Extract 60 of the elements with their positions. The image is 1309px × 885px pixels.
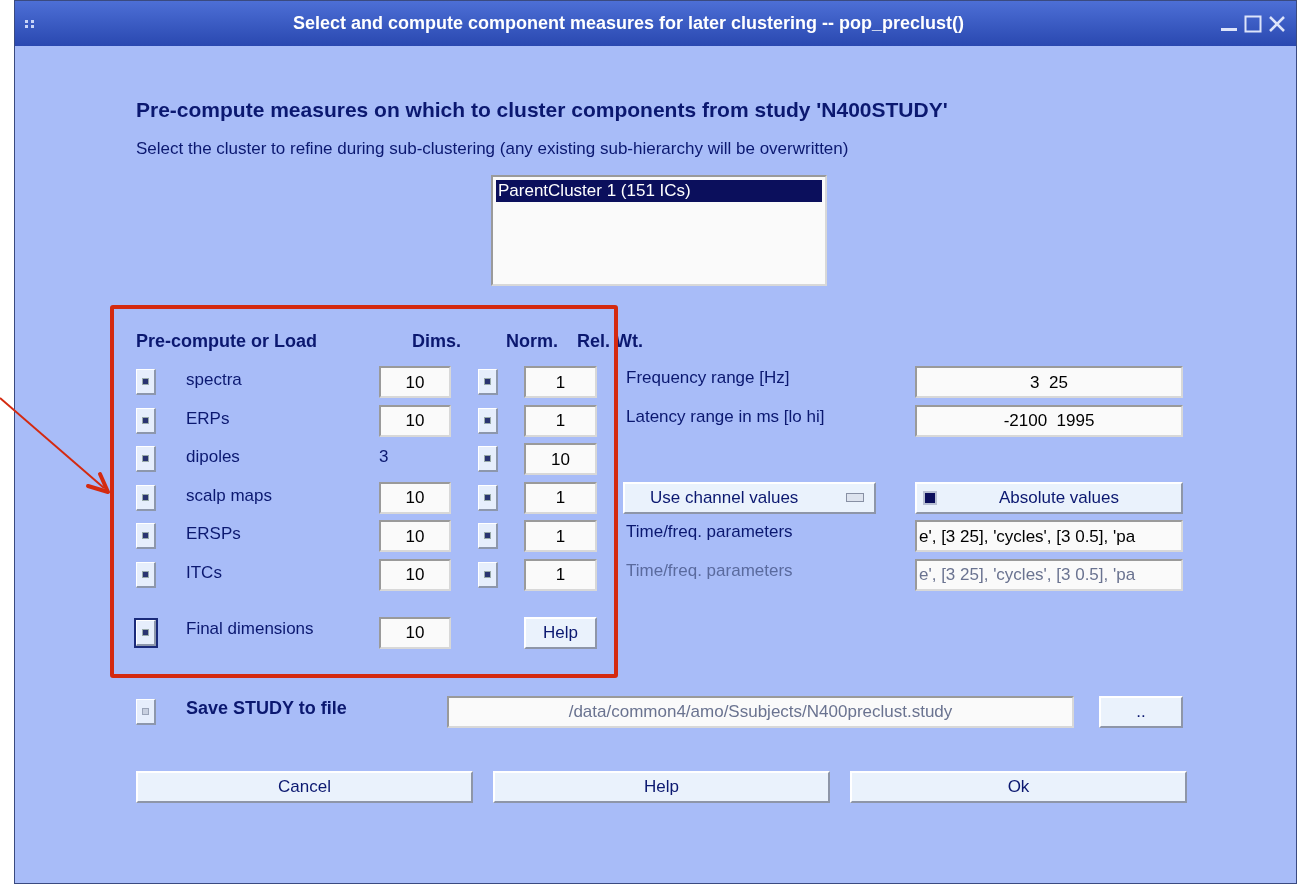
checkbox[interactable] [136, 620, 156, 646]
text-field[interactable]: 3 25 [915, 366, 1183, 399]
checkbox[interactable] [478, 561, 498, 588]
dims-field[interactable]: 10 [379, 481, 451, 514]
weight-field[interactable]: 1 [524, 404, 597, 437]
dialog-button[interactable]: Ok [850, 771, 1187, 803]
weight-field[interactable]: 1 [524, 558, 597, 591]
list-item[interactable]: ParentCluster 1 (151 ICs) [496, 180, 822, 202]
column-header: Pre-compute or Load [136, 329, 319, 353]
option-label: Time/freq. parameters [625, 559, 794, 582]
final-dimensions-label: Final dimensions [186, 618, 315, 640]
checkbox[interactable] [136, 484, 156, 511]
measure-label: dipoles [186, 446, 241, 468]
dialog-button[interactable]: Help [493, 771, 830, 803]
option-label: Latency range in ms [lo hi] [625, 405, 826, 428]
dialog-button[interactable]: Cancel [136, 771, 473, 803]
checkbox[interactable] [136, 561, 156, 588]
measure-label: spectra [186, 369, 243, 391]
weight-field[interactable]: 10 [524, 443, 597, 476]
maximize-icon[interactable] [1244, 14, 1262, 33]
checkbox[interactable] [136, 699, 156, 725]
checkbox[interactable] [136, 523, 156, 550]
option-label: Time/freq. parameters [625, 521, 794, 543]
checkbox[interactable] [478, 446, 498, 473]
checkbox[interactable] [136, 369, 156, 396]
dims-field[interactable]: 10 [379, 617, 451, 649]
measure-label: ERSPs [186, 523, 242, 545]
close-icon[interactable] [1268, 14, 1286, 33]
text-field[interactable]: -2100 1995 [915, 404, 1183, 437]
dims-field[interactable]: 10 [379, 520, 451, 553]
toggle-button[interactable]: Absolute values [915, 481, 1183, 514]
text-field[interactable]: e', [3 25], 'cycles', [3 0.5], 'pa [915, 520, 1183, 553]
help-button[interactable]: Help [524, 617, 597, 649]
save-label: Save STUDY to file [186, 697, 348, 720]
measure-label: ITCs [186, 561, 223, 584]
browse-button[interactable]: .. [1099, 696, 1183, 728]
dims-field[interactable]: 10 [379, 404, 451, 437]
dims-field[interactable]: 10 [379, 558, 451, 591]
popup-indicator-icon [846, 493, 864, 503]
checkbox[interactable] [136, 446, 156, 473]
checkbox[interactable] [136, 407, 156, 434]
checkbox[interactable] [478, 484, 498, 511]
measure-label: ERPs [186, 407, 231, 430]
weight-field[interactable]: 1 [524, 366, 597, 399]
option-label: Frequency range [Hz] [625, 367, 791, 389]
measure-label: scalp maps [186, 484, 273, 507]
weight-field[interactable]: 1 [524, 481, 597, 514]
dims-field[interactable]: 10 [379, 366, 451, 399]
checkbox[interactable] [478, 369, 498, 396]
instruction-text: Select the cluster to refine during sub-clustering (any existing sub-hierarchy will be overwritten) [136, 139, 850, 159]
grip-icon[interactable] [25, 19, 37, 28]
weight-field[interactable]: 1 [524, 520, 597, 553]
dropdown-button[interactable]: Use channel values [623, 481, 876, 514]
column-header: Dims. [412, 329, 463, 353]
dims-value: 3 [379, 446, 390, 468]
checkbox[interactable] [478, 407, 498, 434]
heading: Pre-compute measures on which to cluster components from study 'N400STUDY' [136, 98, 949, 122]
column-header: Norm. [506, 329, 559, 353]
checkbox[interactable] [478, 523, 498, 550]
window-title: Select and compute component measures for later clustering -- pop_preclust() [291, 12, 966, 35]
